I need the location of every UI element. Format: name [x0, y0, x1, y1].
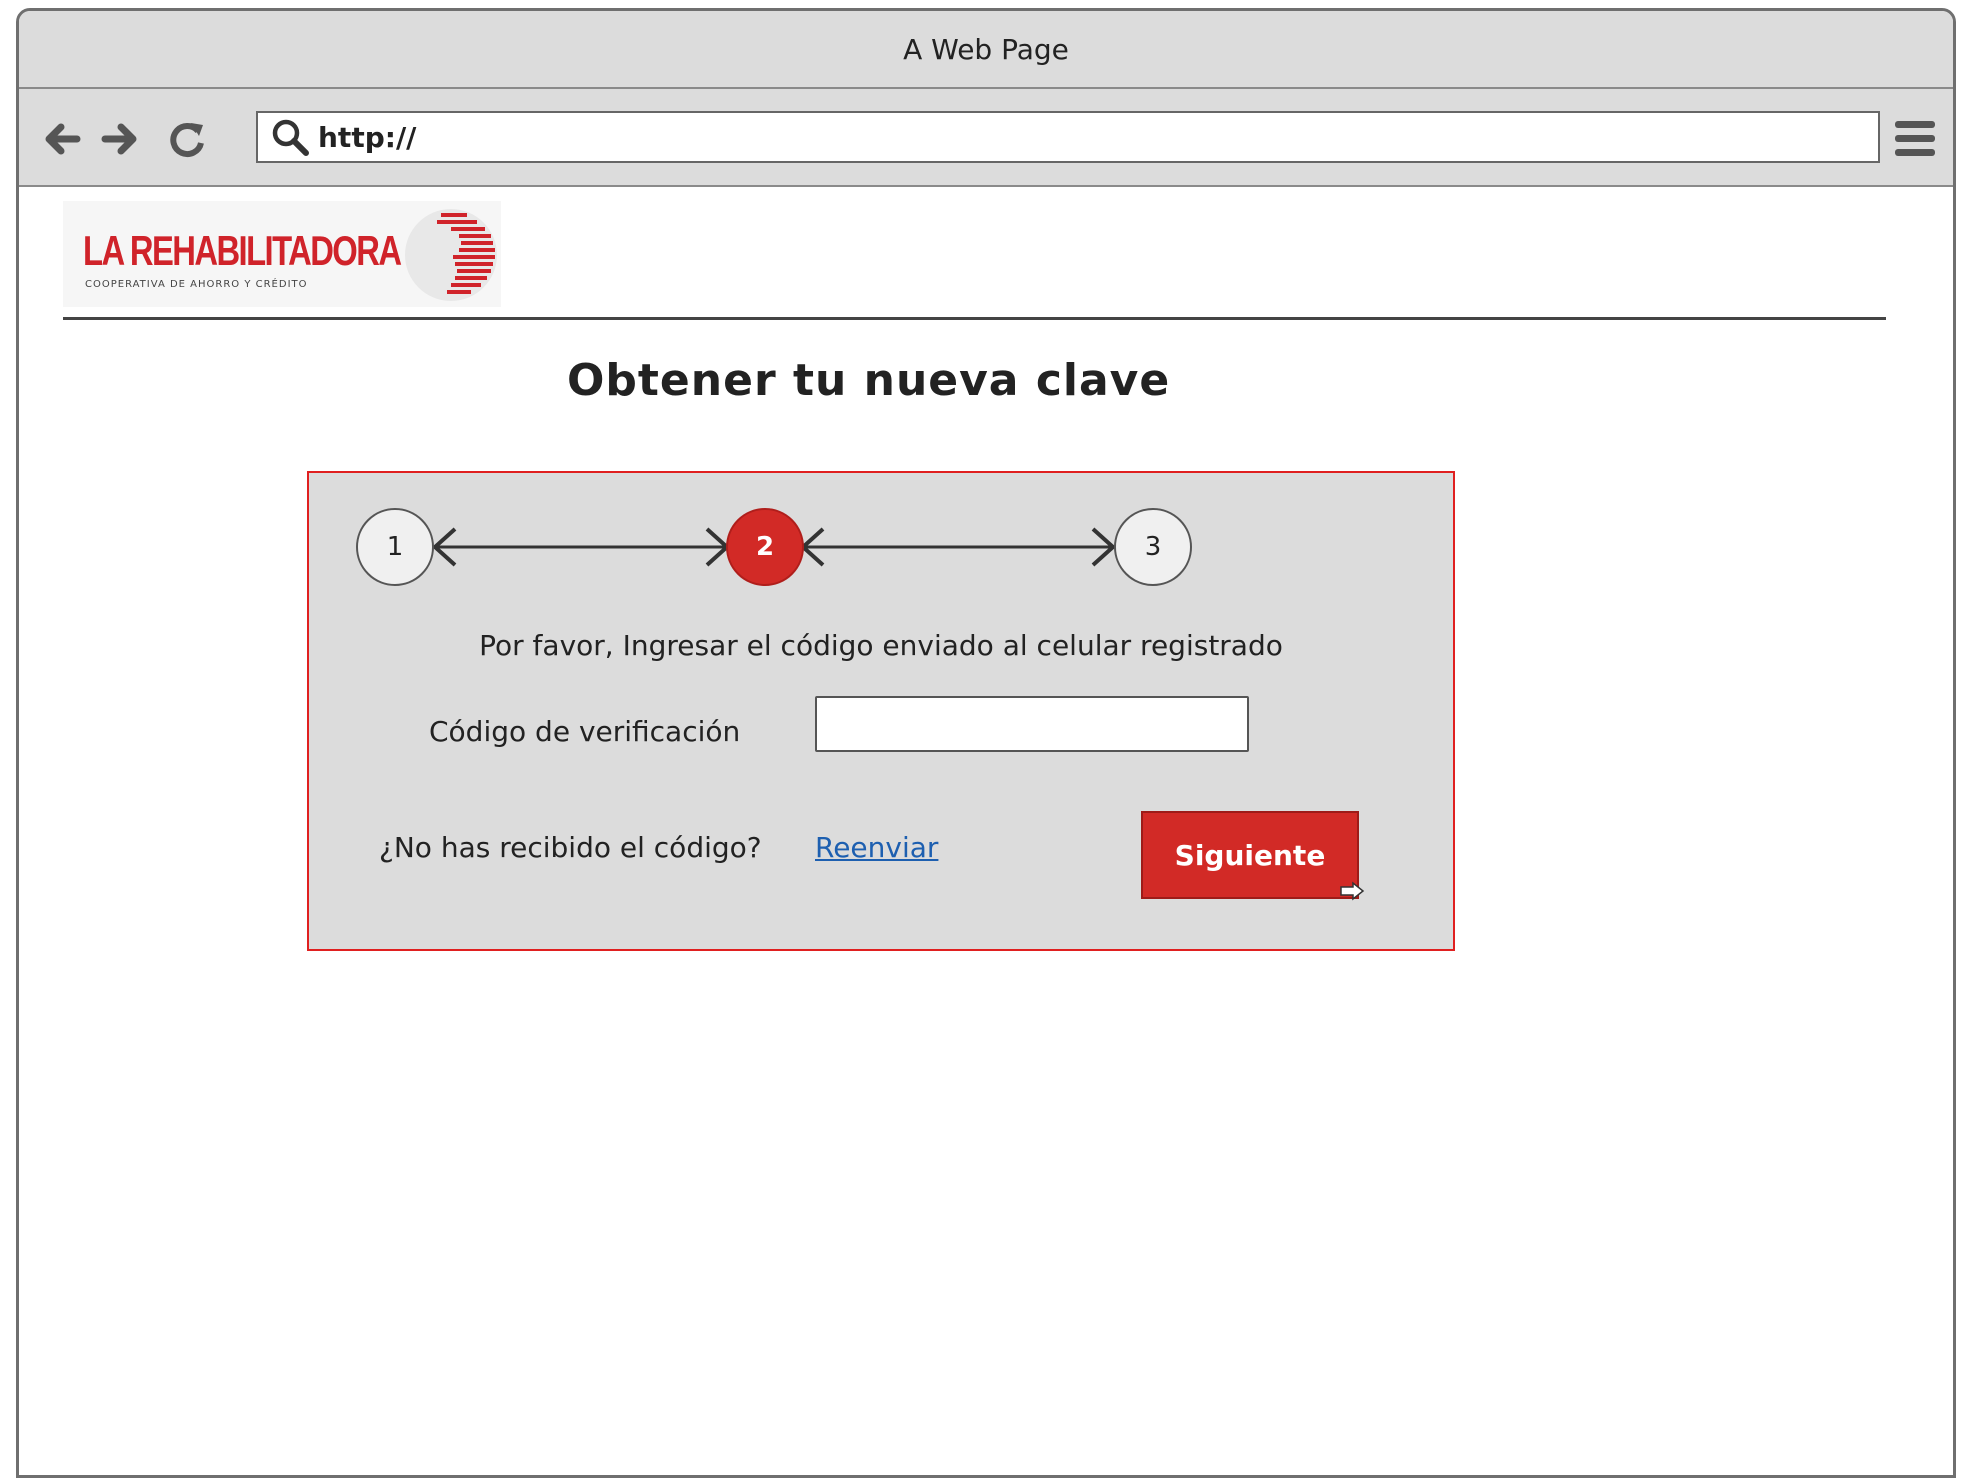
next-button[interactable]: Siguiente — [1141, 811, 1365, 901]
window-title: A Web Page — [903, 32, 1069, 66]
progress-stepper: 1 2 3 — [309, 473, 1453, 613]
company-logo[interactable]: LA REHABILITADORA COOPERATIVA DE AHORRO … — [63, 201, 501, 307]
verification-code-label: Código de verificación — [429, 715, 741, 748]
verification-card: 1 2 3 Por favor, Ingresar el código envi… — [307, 471, 1455, 951]
stepper-graphic — [356, 508, 1192, 586]
window-title-bar: A Web Page — [19, 11, 1953, 89]
browser-toolbar — [19, 89, 1953, 187]
resend-link[interactable]: Reenviar — [815, 831, 938, 864]
step-circle-1 — [356, 508, 434, 586]
resend-question-text: ¿No has recibido el código? — [379, 831, 762, 864]
search-icon — [268, 115, 312, 159]
forward-arrow-icon[interactable] — [99, 117, 143, 161]
verification-code-input[interactable] — [815, 696, 1249, 752]
step-circle-3 — [1114, 508, 1192, 586]
hamburger-menu-icon[interactable] — [1891, 115, 1939, 163]
header-divider — [63, 317, 1886, 320]
instruction-text: Por favor, Ingresar el código enviado al… — [479, 629, 1283, 662]
logo-tagline: COOPERATIVA DE AHORRO Y CRÉDITO — [85, 279, 308, 290]
page-content: LA REHABILITADORA COOPERATIVA DE AHORRO … — [19, 187, 1953, 1475]
reload-icon[interactable] — [165, 117, 209, 161]
page-title: Obtener tu nueva clave — [567, 355, 1171, 406]
address-bar[interactable] — [256, 111, 1880, 163]
url-input[interactable] — [318, 120, 1818, 154]
browser-window: A Web Page LA REHABILITADORA COOPERATIVA… — [16, 8, 1956, 1478]
next-button-label: Siguiente — [1174, 838, 1326, 872]
globe-logo-icon — [405, 209, 497, 301]
back-arrow-icon[interactable] — [39, 117, 83, 161]
step-circle-2 — [726, 508, 804, 586]
logo-name: LA REHABILITADORA — [83, 227, 402, 274]
hand-pointer-icon — [1340, 881, 1365, 901]
